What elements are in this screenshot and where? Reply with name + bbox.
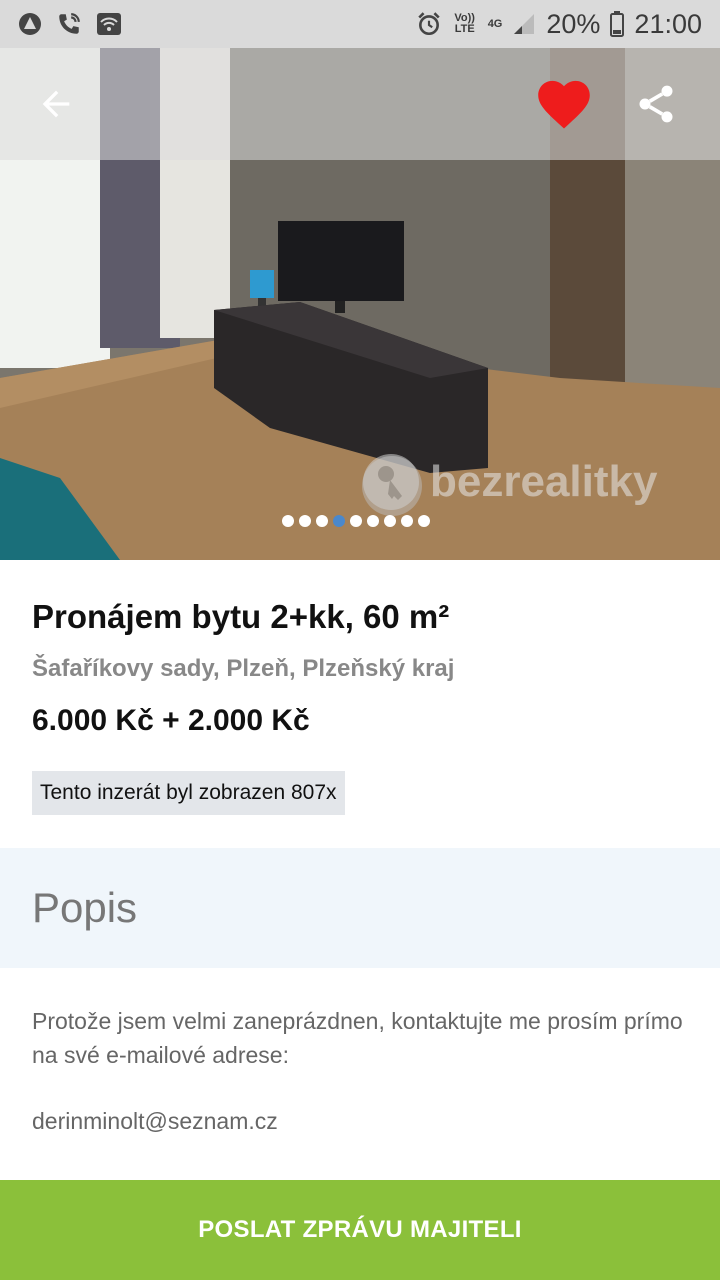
alarm-icon <box>418 12 440 36</box>
views-text: Tento inzerát byl zobrazen 807x <box>40 781 337 804</box>
battery-icon <box>610 11 625 37</box>
gallery-dot[interactable] <box>418 515 430 527</box>
listing-photo-gallery[interactable]: bezrealitky <box>0 48 720 560</box>
listing-title: Pronájem bytu 2+kk, 60 m² <box>32 598 450 635</box>
gallery-dot[interactable] <box>333 515 345 527</box>
battery-level: 20% <box>546 8 601 39</box>
gallery-dot[interactable] <box>401 515 413 527</box>
status-right-icons: Vo)) LTE 4G 20% 21:00 <box>416 9 702 40</box>
back-button[interactable] <box>24 76 88 132</box>
status-bar: Vo)) LTE 4G 20% 21:00 <box>0 0 720 48</box>
description-text: Protože jsem velmi zaneprázdnen, kontakt… <box>32 1008 683 1068</box>
share-icon <box>639 85 673 123</box>
description-header: Popis <box>0 848 720 968</box>
description-heading: Popis <box>32 884 138 931</box>
gallery-dot[interactable] <box>350 515 362 527</box>
listing-location: Šafaříkovy sady, Plzeň, Plzeňský kraj <box>32 655 455 682</box>
key-logo-icon <box>363 454 419 510</box>
signal-icon <box>514 14 535 34</box>
gallery-dot[interactable] <box>316 515 328 527</box>
network-type: 4G <box>487 17 503 30</box>
arrow-left-icon <box>42 90 70 118</box>
views-badge: Tento inzerát byl zobrazen 807x <box>32 771 345 815</box>
contact-email[interactable]: derinminolt@seznam.cz <box>32 1108 278 1135</box>
hero-toolbar <box>0 48 720 160</box>
notification-icon <box>19 13 41 35</box>
heart-icon <box>538 80 590 129</box>
wifi-call-icon <box>59 13 80 34</box>
gallery-dot[interactable] <box>299 515 311 527</box>
clock: 21:00 <box>634 8 702 39</box>
status-left-icons <box>18 11 122 37</box>
watermark: bezrealitky <box>362 452 657 512</box>
send-message-label: POSLAT ZPRÁVU MAJITELI <box>198 1216 522 1243</box>
listing-price: 6.000 Kč + 2.000 Kč <box>32 704 310 737</box>
send-message-button[interactable]: POSLAT ZPRÁVU MAJITELI <box>0 1180 720 1280</box>
gallery-dot[interactable] <box>367 515 379 527</box>
share-button[interactable] <box>620 72 692 136</box>
volte-indicator: Vo)) LTE <box>454 12 475 35</box>
gallery-dot[interactable] <box>384 515 396 527</box>
gallery-pagination <box>282 515 430 527</box>
favorite-button[interactable] <box>526 70 602 136</box>
watermark-text: bezrealitky <box>430 457 658 506</box>
wifi-icon <box>97 13 121 35</box>
gallery-dot[interactable] <box>282 515 294 527</box>
